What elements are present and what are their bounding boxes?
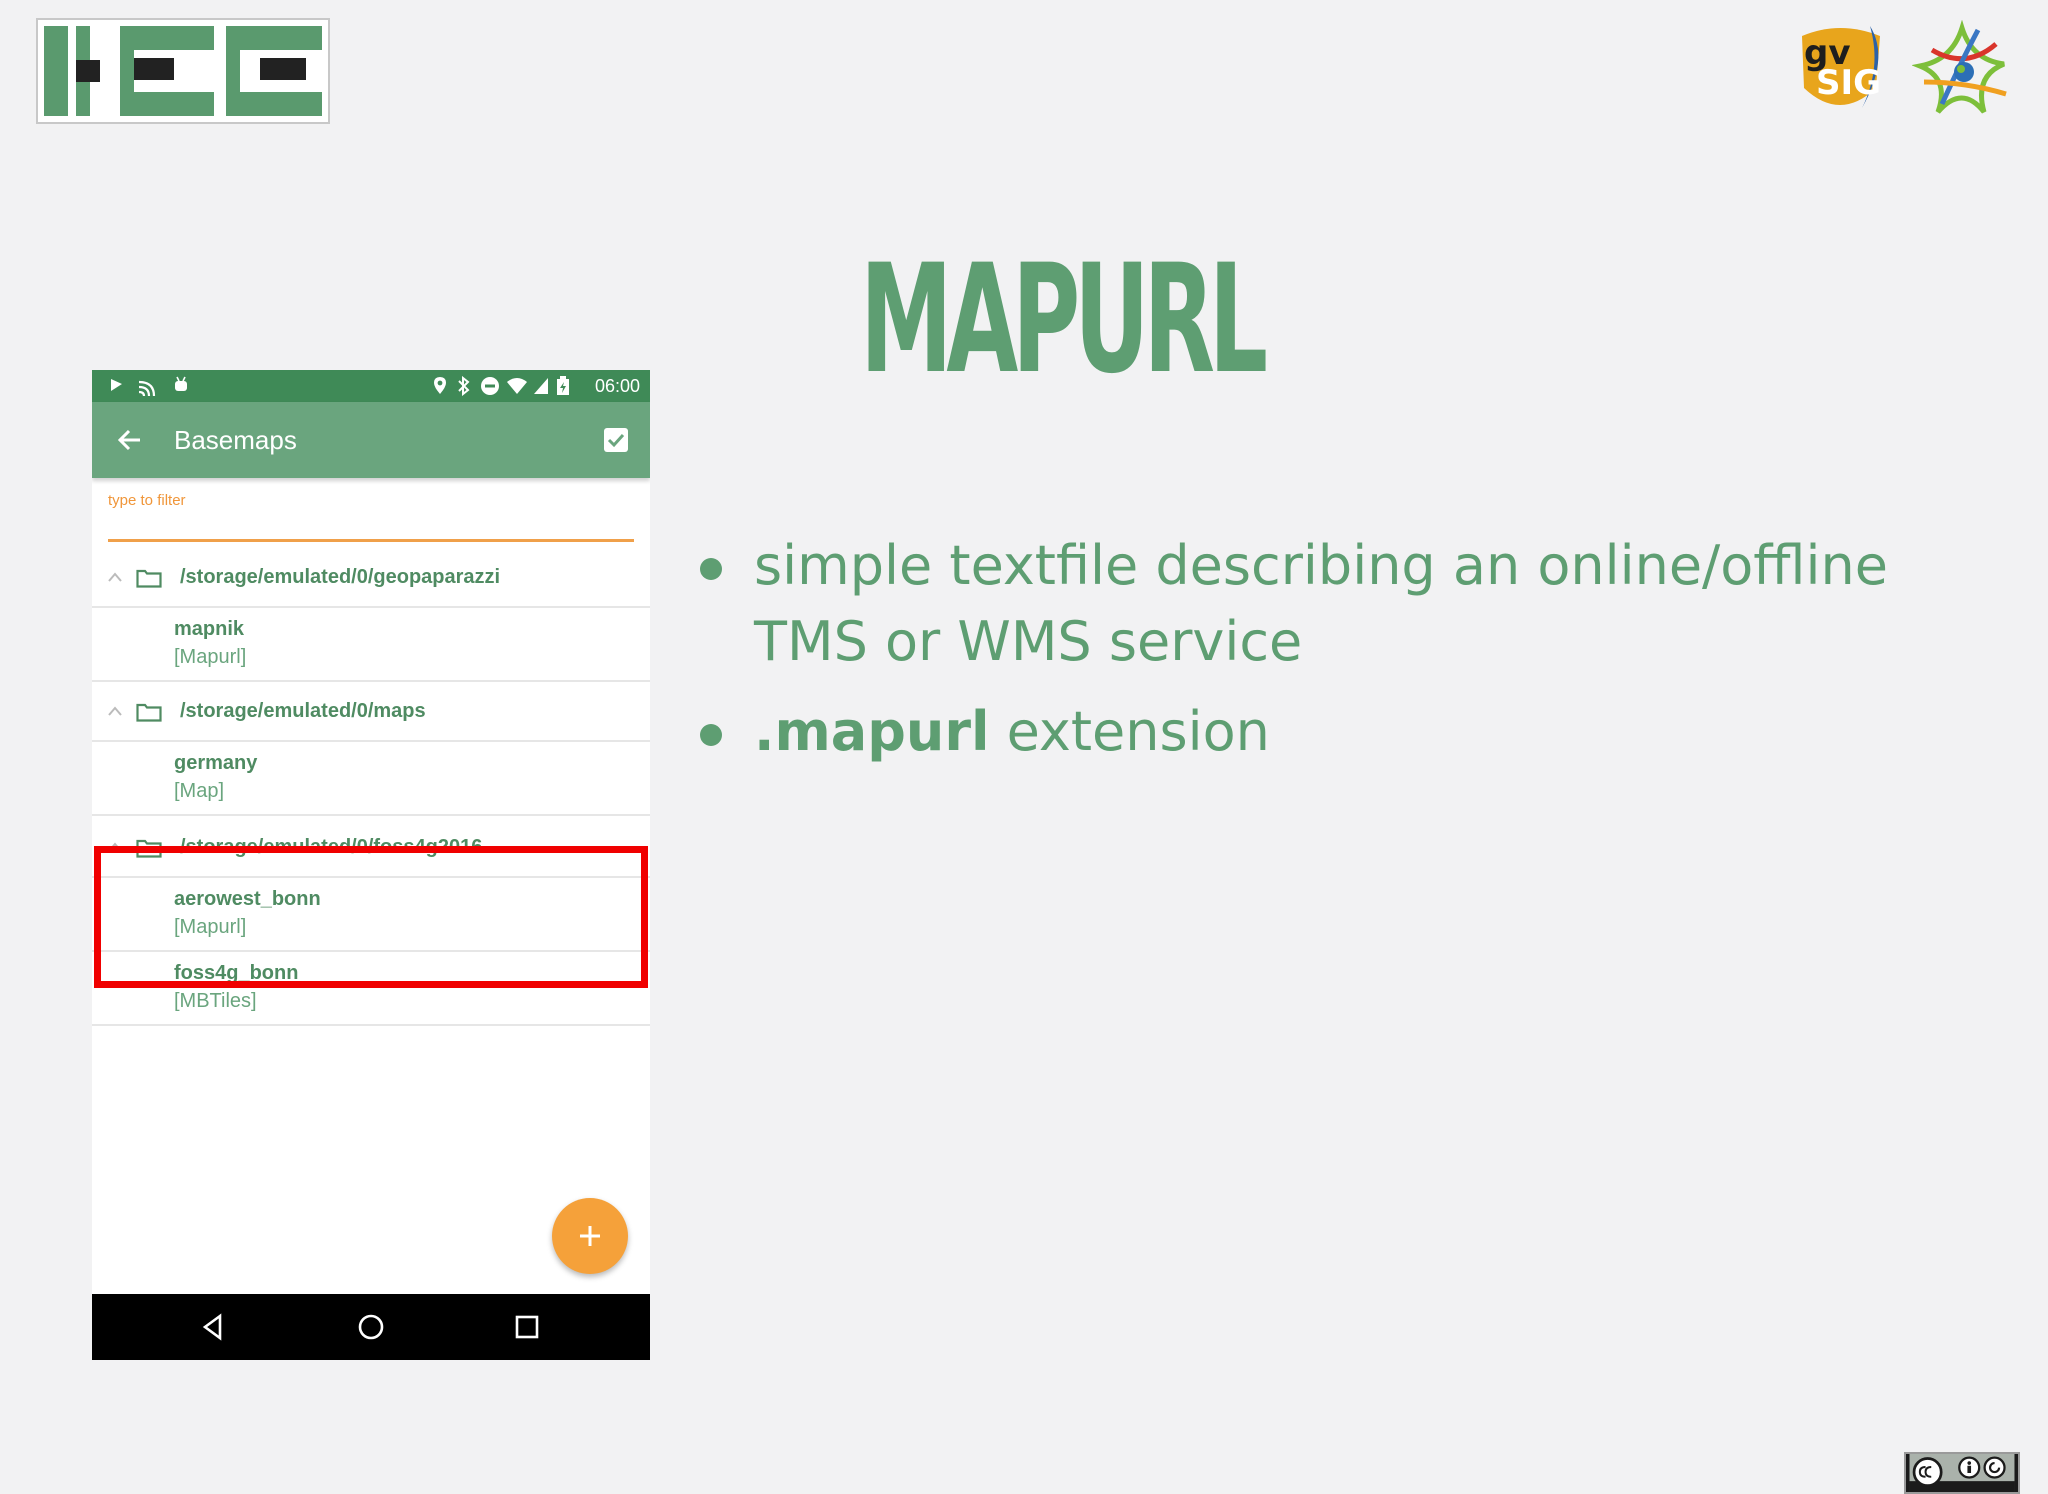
item-name: foss4g_bonn	[174, 962, 299, 984]
checkbox-icon[interactable]	[602, 426, 630, 454]
bluetooth-icon	[458, 376, 470, 396]
bullet-item: simple textfile describing an online/off…	[700, 528, 2000, 680]
cc-license-icon	[1909, 1454, 2015, 1492]
item-type: [MBTiles]	[174, 990, 257, 1012]
app-bar: Basemaps	[92, 402, 650, 478]
bullet-text: extension	[989, 700, 1270, 763]
bullet-bold-text: .mapurl	[754, 700, 990, 763]
add-fab-button[interactable]	[552, 1198, 628, 1274]
bullet-text: simple textfile describing an online/off…	[754, 534, 1888, 673]
notification-icon	[111, 379, 122, 391]
list-item-aerowest-bonn[interactable]: aerowest_bonn [Mapurl]	[92, 878, 650, 952]
item-type: [Map]	[174, 780, 225, 802]
do-not-disturb-icon	[481, 377, 499, 395]
list-item-foss4g-bonn[interactable]: foss4g_bonn [MBTiles]	[92, 952, 650, 1026]
plus-icon	[580, 1226, 600, 1246]
bullet-item: .mapurl extension	[700, 694, 2000, 770]
osgeo-star-logo	[1911, 19, 2014, 120]
home-circle-icon[interactable]	[356, 1312, 386, 1342]
folder-path: /storage/emulated/0/maps	[180, 700, 426, 722]
gvsig-logo: gv SIG	[1790, 18, 1890, 122]
signal-icon	[534, 378, 548, 394]
list-item-germany[interactable]: germany [Map]	[92, 742, 650, 816]
folder-row-foss4g2016[interactable]: /storage/emulated/0/foss4g2016	[92, 818, 650, 878]
chevron-up-icon	[108, 842, 122, 852]
item-type: [Mapurl]	[174, 916, 247, 938]
item-name: mapnik	[174, 618, 245, 640]
folder-icon	[136, 703, 162, 722]
bullet-list: simple textfile describing an online/off…	[700, 528, 2000, 784]
item-name: germany	[174, 752, 258, 774]
folder-path: /storage/emulated/0/geopaparazzi	[180, 566, 501, 588]
battery-icon	[557, 376, 569, 395]
back-arrow-icon[interactable]	[116, 426, 144, 454]
location-icon	[434, 377, 446, 394]
folder-row-maps[interactable]: /storage/emulated/0/maps	[92, 682, 650, 742]
item-name: aerowest_bonn	[174, 888, 321, 910]
filter-label: type to filter	[108, 492, 186, 509]
android-nav-bar	[92, 1294, 650, 1360]
status-bar: 06:00	[92, 370, 650, 402]
filter-input[interactable]	[108, 512, 634, 542]
cast-icon	[138, 380, 156, 396]
chevron-up-icon	[108, 572, 122, 582]
bullet-dot	[700, 724, 722, 746]
item-type: [Mapurl]	[174, 646, 247, 668]
chevron-up-icon	[108, 706, 122, 716]
back-triangle-icon[interactable]	[198, 1312, 228, 1342]
folder-row-geopaparazzi[interactable]: /storage/emulated/0/geopaparazzi	[92, 548, 650, 608]
recents-square-icon[interactable]	[512, 1312, 542, 1342]
hcc-logo	[36, 18, 330, 124]
status-time: 06:00	[594, 376, 640, 396]
list-item-mapnik[interactable]: mapnik [Mapurl]	[92, 608, 650, 682]
wifi-icon	[507, 378, 527, 394]
slide-title: MAPURL	[860, 233, 1268, 407]
svg-text:SIG: SIG	[1816, 63, 1881, 103]
cc-by-sa-badge	[1904, 1452, 2020, 1494]
folder-icon	[136, 569, 162, 588]
folder-path: /storage/emulated/0/foss4g2016	[180, 836, 483, 858]
phone-screenshot: 06:00 Basemaps type to filter /storage/e…	[92, 370, 650, 1360]
app-bar-title: Basemaps	[174, 425, 297, 455]
folder-icon	[136, 839, 162, 858]
android-icon	[175, 376, 187, 391]
bullet-dot	[700, 558, 722, 580]
